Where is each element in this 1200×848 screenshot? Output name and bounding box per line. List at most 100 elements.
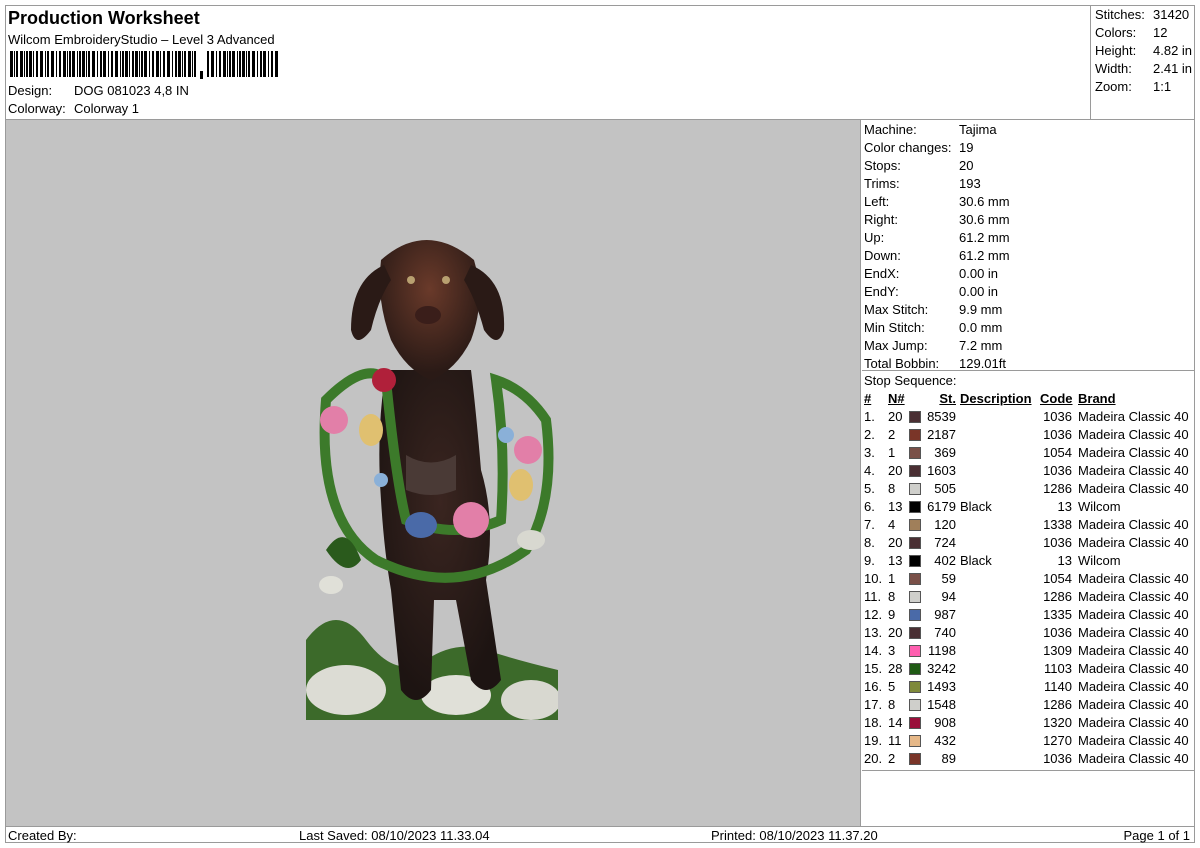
row-num: 12. [864,607,883,622]
row-brand: Madeira Classic 40 [1078,571,1189,586]
barcode-bar [149,51,150,77]
row-num: 15. [864,661,883,676]
barcode-bar [108,51,109,77]
row-num: 20. [864,751,883,766]
machine-info-panel: Machine: Tajima Color changes: 19 Stops: 20 Tr… [862,120,1194,826]
machine-row: Max Stitch: 9.9 mm [864,301,1002,319]
barcode-bar [92,51,95,77]
thread-color-swatch [909,699,921,711]
barcode-bar [227,51,228,77]
design-row: Design: DOG 081023 4,8 IN [8,83,189,98]
summary-row-zoom: Zoom: 1:1 [1095,78,1171,96]
machine-value: 19 [959,140,974,155]
barcode-bar [129,51,130,77]
summary-row-height: Height: 4.82 in [1095,42,1192,60]
barcode-bar [47,51,49,77]
page-title: Production Worksheet [8,8,200,28]
machine-value: 30.6 mm [959,212,1010,227]
row-brand: Madeira Classic 40 [1078,733,1189,748]
barcode-bar [14,51,15,77]
worksheet-header: Production Worksheet Wilcom EmbroiderySt… [6,6,1090,119]
barcode-bar [97,51,98,77]
row-stitches: 1603 [927,463,956,478]
barcode-bar [79,51,81,77]
row-brand: Madeira Classic 40 [1078,715,1189,730]
header-st: St. [939,391,956,406]
barcode-bar [152,51,154,77]
row-stitches: 2187 [927,427,956,442]
barcode-bar [125,51,128,77]
barcode-bar [51,51,54,77]
thread-color-swatch [909,429,921,441]
machine-row: Trims: 193 [864,175,981,193]
barcode-bar [263,51,266,77]
header-code: Code [1040,391,1073,406]
row-num: 2. [864,427,875,442]
row-brand: Wilcom [1078,499,1121,514]
printed-date: Printed: 08/10/2023 11.37.20 [711,828,878,843]
thread-color-swatch [909,501,921,513]
thread-color-swatch [909,609,921,621]
row-brand: Madeira Classic 40 [1078,643,1189,658]
row-stitches: 1198 [928,643,956,658]
row-code: 1036 [1043,535,1072,550]
page-number: Page 1 of 1 [1123,828,1191,843]
barcode-bar [260,51,262,77]
row-code: 1338 [1043,517,1072,532]
barcode-bar [103,51,106,77]
thread-color-swatch [909,681,921,693]
row-num: 19. [864,733,883,748]
barcode-bar [178,51,181,77]
barcode-bar [216,51,217,77]
header-n: N# [888,391,905,406]
stop-sequence-end-divider [862,770,1194,771]
row-brand: Madeira Classic 40 [1078,751,1189,766]
machine-row: Machine: Tajima [864,121,997,139]
table-row: 9. 13 402 Black 13 Wilcom [862,552,1194,570]
barcode-bar [211,51,214,77]
row-brand: Madeira Classic 40 [1078,661,1189,676]
row-stitches: 1548 [927,697,956,712]
barcode-bar [141,51,143,77]
summary-label: Height: [1095,43,1137,58]
barcode-bar [160,51,161,77]
row-brand: Madeira Classic 40 [1078,535,1189,550]
machine-value: 7.2 mm [959,338,1003,353]
table-row: 19. 11 432 1270 Madeira Classic 40 [862,732,1194,750]
barcode-bar [40,51,43,77]
machine-label: Max Stitch: [864,302,929,317]
row-brand: Madeira Classic 40 [1078,409,1189,424]
row-code: 1286 [1043,697,1072,712]
worksheet-footer: Created By: Last Saved: 08/10/2023 11.33… [6,826,1194,843]
row-code: 13 [1057,499,1072,514]
machine-row: EndX: 0.00 in [864,265,998,283]
row-code: 1270 [1043,733,1072,748]
machine-value: Tajima [959,122,997,137]
row-brand: Madeira Classic 40 [1078,445,1189,460]
summary-value: 12 [1153,25,1168,40]
table-row: 20. 2 89 1036 Madeira Classic 40 [862,750,1194,768]
barcode-bar [72,51,75,77]
row-brand: Madeira Classic 40 [1078,481,1189,496]
table-row: 5. 8 505 1286 Madeira Classic 40 [862,480,1194,498]
row-stitches: 89 [941,751,956,766]
machine-row: Left: 30.6 mm [864,193,1010,211]
row-brand: Madeira Classic 40 [1078,427,1189,442]
row-code: 1309 [1043,643,1072,658]
row-brand: Madeira Classic 40 [1078,607,1189,622]
row-description: Black [960,553,992,568]
machine-label: Max Jump: [864,338,928,353]
summary-row-colors: Colors: 12 [1095,24,1167,42]
machine-value: 61.2 mm [959,248,1010,263]
barcode-bar [175,51,177,77]
barcode-bar [69,51,71,77]
machine-value: 9.9 mm [959,302,1003,317]
row-stitches: 1493 [927,679,956,694]
row-stitches: 59 [941,571,956,586]
table-row: 8. 20 724 1036 Madeira Classic 40 [862,534,1194,552]
barcode-bar [200,71,203,79]
thread-color-swatch [909,537,921,549]
table-row: 13. 20 740 1036 Madeira Classic 40 [862,624,1194,642]
row-brand: Wilcom [1078,553,1121,568]
barcode-bar [45,51,46,77]
